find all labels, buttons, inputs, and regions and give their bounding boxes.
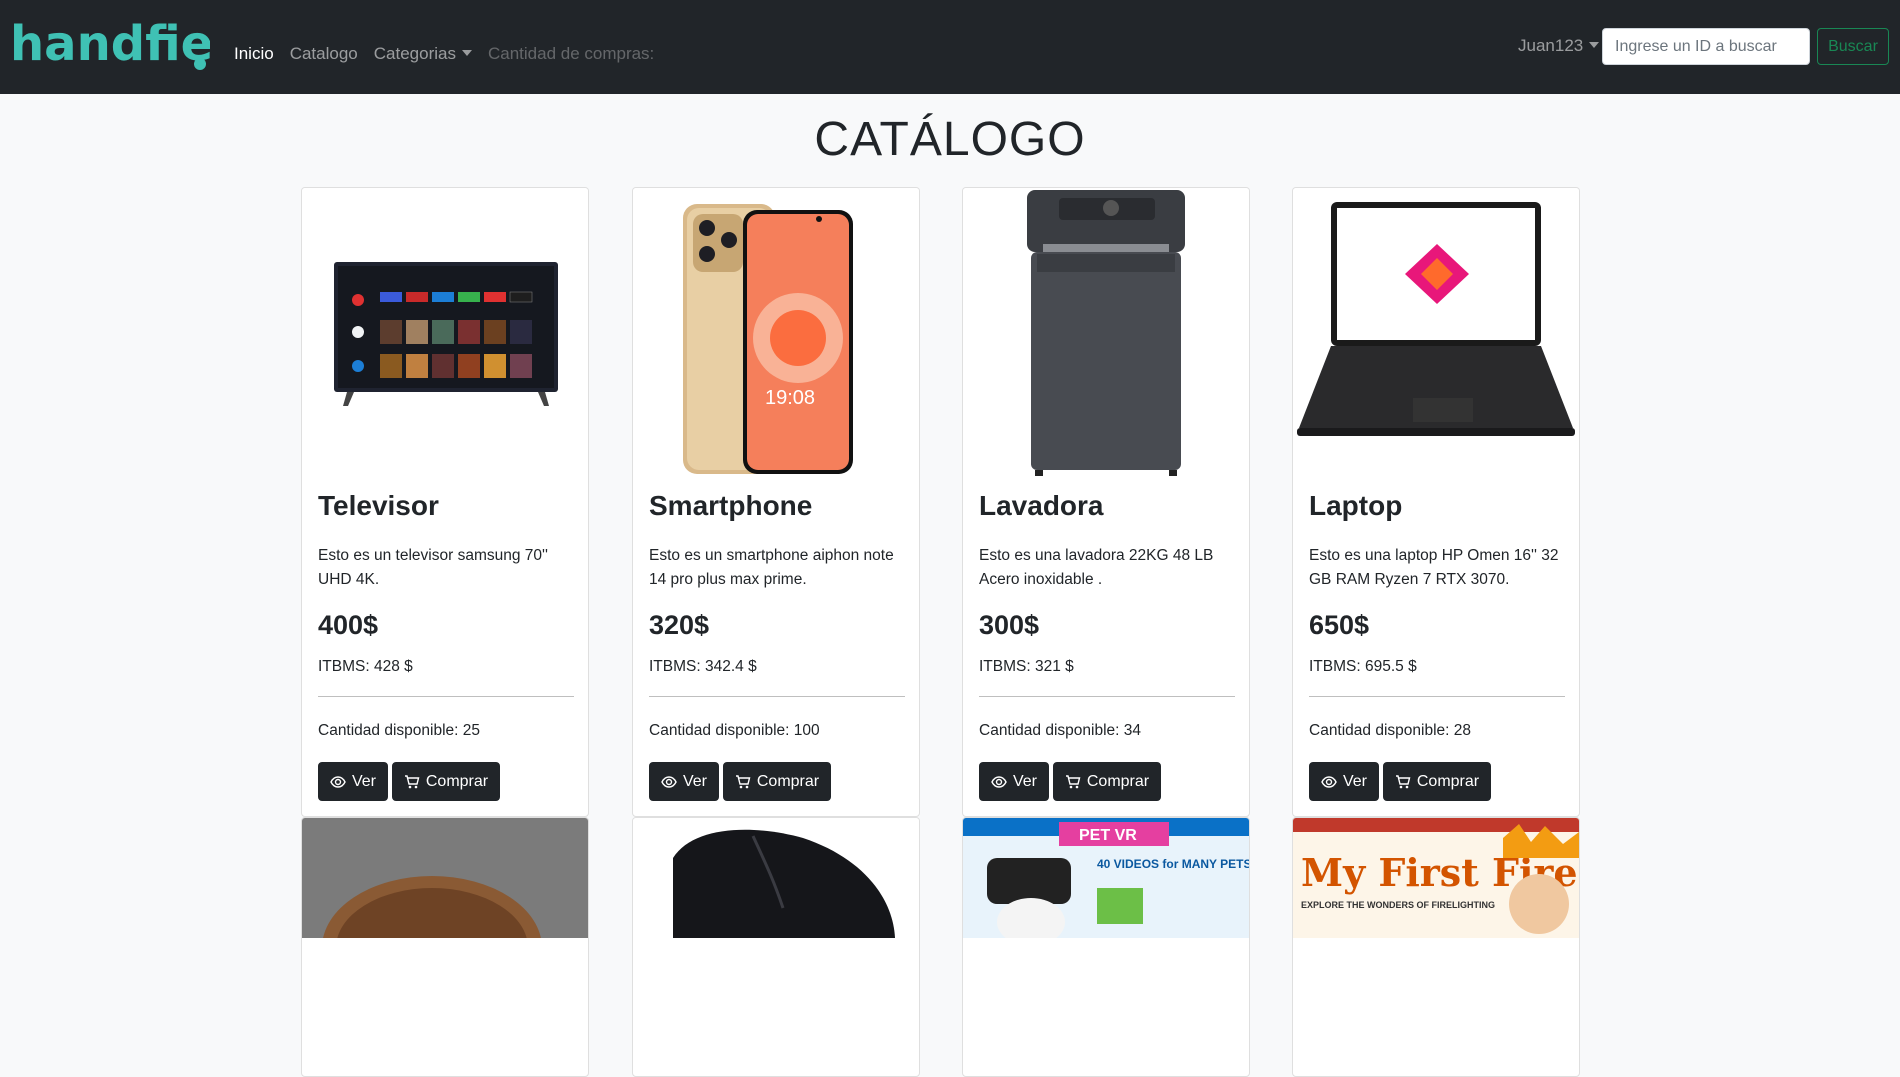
buy-button-label: Comprar bbox=[1416, 772, 1480, 790]
cart-icon bbox=[1395, 774, 1411, 788]
handfie-logo[interactable]: handfie bbox=[10, 14, 213, 76]
product-stock: Cantidad disponible: 25 bbox=[318, 722, 481, 739]
divider bbox=[1309, 696, 1565, 697]
cart-icon bbox=[735, 774, 751, 788]
product-stock: Cantidad disponible: 28 bbox=[1309, 722, 1472, 739]
buy-button-label: Comprar bbox=[425, 772, 489, 790]
svg-text:EXPLORE THE WONDERS OF FIRELIG: EXPLORE THE WONDERS OF FIRELIGHTING bbox=[1301, 900, 1495, 910]
product-title: Televisor bbox=[318, 490, 439, 521]
product-title: Laptop bbox=[1309, 490, 1403, 521]
product-card-televisor: Televisor Esto es un televisor samsung 7… bbox=[301, 187, 589, 817]
product-stock: Cantidad disponible: 100 bbox=[649, 722, 820, 739]
product-card-partial: My First Fire EXPLORE THE WONDERS OF FIR… bbox=[1292, 817, 1580, 1077]
view-button[interactable]: Ver bbox=[649, 762, 719, 801]
divider bbox=[318, 696, 574, 697]
buy-button-label: Comprar bbox=[1086, 772, 1150, 790]
product-price: 650$ bbox=[1309, 610, 1370, 640]
cart-icon bbox=[404, 774, 420, 788]
product-price: 300$ bbox=[979, 610, 1040, 640]
product-image-laptop bbox=[1293, 188, 1579, 478]
top-navbar: handfie Inicio Catalogo Categorias Canti… bbox=[0, 0, 1900, 94]
buy-button[interactable]: Comprar bbox=[723, 762, 831, 801]
product-price: 400$ bbox=[318, 610, 379, 640]
buy-button[interactable]: Comprar bbox=[1053, 762, 1161, 801]
page-title: CATÁLOGO bbox=[814, 113, 1086, 166]
product-image-smartphone: 19:08 bbox=[633, 188, 919, 478]
product-title: Lavadora bbox=[979, 490, 1104, 521]
view-button[interactable]: Ver bbox=[1309, 762, 1379, 801]
user-name: Juan123 bbox=[1518, 36, 1584, 55]
product-stock: Cantidad disponible: 34 bbox=[979, 722, 1142, 739]
eye-icon bbox=[991, 775, 1007, 788]
product-image-mouse bbox=[633, 818, 919, 938]
svg-text:PET VR: PET VR bbox=[1079, 827, 1137, 844]
product-itbms: ITBMS: 342.4 $ bbox=[649, 658, 757, 675]
view-button-label: Ver bbox=[1012, 772, 1037, 790]
product-price: 320$ bbox=[649, 610, 710, 640]
product-description: Esto es una laptop HP Omen 16'' 32 GB RA… bbox=[1309, 547, 1559, 588]
product-image-my-first-fire-box: My First Fire EXPLORE THE WONDERS OF FIR… bbox=[1293, 818, 1579, 938]
view-button-label: Ver bbox=[682, 772, 707, 790]
product-itbms: ITBMS: 428 $ bbox=[318, 658, 413, 675]
buy-button[interactable]: Comprar bbox=[392, 762, 500, 801]
svg-text:19:08: 19:08 bbox=[765, 387, 815, 409]
product-image-pet-vr-box: PET VR 40 VIDEOS for MANY PETS! bbox=[963, 818, 1249, 946]
product-image-coconut bbox=[302, 818, 588, 1020]
divider bbox=[649, 696, 905, 697]
cart-icon bbox=[1065, 774, 1081, 788]
eye-icon bbox=[1321, 775, 1337, 788]
buy-button[interactable]: Comprar bbox=[1383, 762, 1491, 801]
purchase-count-label: Cantidad de compras: bbox=[487, 44, 655, 63]
product-title: Smartphone bbox=[649, 490, 813, 521]
nav-link-inicio[interactable]: Inicio bbox=[234, 44, 274, 64]
product-card-partial: PET VR 40 VIDEOS for MANY PETS! bbox=[962, 817, 1250, 1077]
nav-links: Inicio Catalogo Categorias Cantidad de c… bbox=[234, 44, 654, 64]
chevron-down-icon bbox=[461, 50, 472, 56]
chevron-down-icon bbox=[1589, 42, 1600, 48]
view-button[interactable]: Ver bbox=[318, 762, 388, 801]
view-button-label: Ver bbox=[1342, 772, 1367, 790]
view-button[interactable]: Ver bbox=[979, 762, 1049, 801]
eye-icon bbox=[661, 775, 677, 788]
nav-dropdown-categorias[interactable]: Categorias bbox=[374, 44, 472, 64]
divider bbox=[979, 696, 1235, 697]
search-input[interactable] bbox=[1602, 28, 1810, 65]
nav-link-catalogo[interactable]: Catalogo bbox=[290, 44, 358, 64]
product-itbms: ITBMS: 695.5 $ bbox=[1309, 658, 1417, 675]
product-description: Esto es un televisor samsung 70'' UHD 4K… bbox=[318, 547, 548, 588]
product-card-partial bbox=[632, 817, 920, 1077]
search-button[interactable]: Buscar bbox=[1817, 28, 1889, 65]
product-description: Esto es un smartphone aiphon note 14 pro… bbox=[649, 547, 894, 588]
user-dropdown[interactable]: Juan123 bbox=[1518, 36, 1600, 56]
svg-text:handfie: handfie bbox=[10, 16, 210, 72]
product-image-washing-machine bbox=[963, 188, 1249, 478]
svg-text:40 VIDEOS for MANY PETS!: 40 VIDEOS for MANY PETS! bbox=[1097, 857, 1249, 871]
nav-dropdown-label: Categorias bbox=[373, 44, 456, 63]
eye-icon bbox=[330, 775, 346, 788]
product-itbms: ITBMS: 321 $ bbox=[979, 658, 1074, 675]
product-image-tv bbox=[302, 188, 588, 478]
product-card-smartphone: 19:08 Smartphone Esto es un smartphone a… bbox=[632, 187, 920, 817]
product-card-lavadora: Lavadora Esto es una lavadora 22KG 48 LB… bbox=[962, 187, 1250, 817]
view-button-label: Ver bbox=[351, 772, 376, 790]
product-card-partial bbox=[301, 817, 589, 1077]
product-card-laptop: Laptop Esto es una laptop HP Omen 16'' 3… bbox=[1292, 187, 1580, 817]
product-description: Esto es una lavadora 22KG 48 LB Acero in… bbox=[979, 547, 1214, 588]
buy-button-label: Comprar bbox=[756, 772, 820, 790]
